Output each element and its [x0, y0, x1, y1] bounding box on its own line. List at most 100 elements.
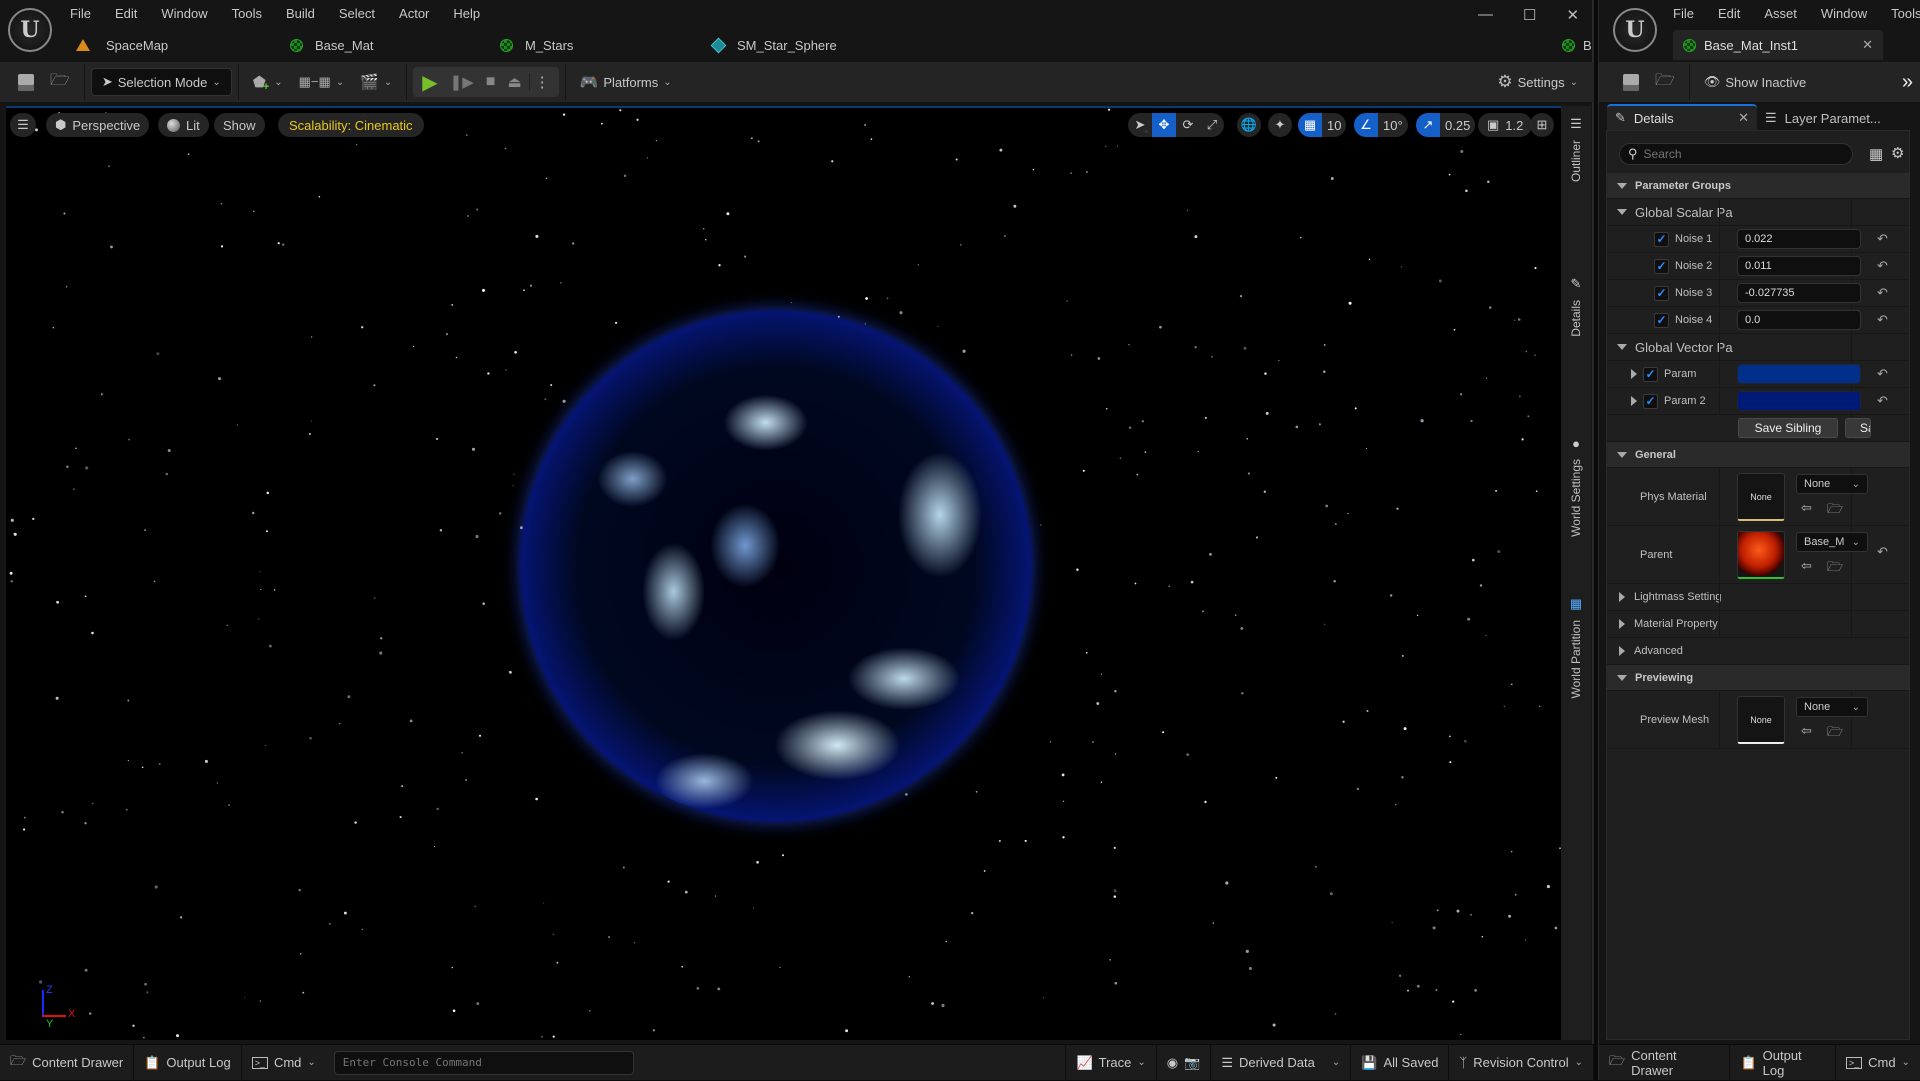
tab-sm-star-sphere[interactable]: SM_Star_Sphere — [710, 30, 837, 60]
tab-overflow[interactable]: B — [1562, 30, 1592, 60]
browse-asset-icon[interactable]: 🗁 — [1827, 558, 1843, 580]
side-tab-world-partition[interactable]: ▦ World Partition — [1561, 596, 1591, 698]
surface-snap-button[interactable]: ✦ — [1268, 113, 1292, 137]
coordinate-space-button[interactable]: 🌐 — [1237, 113, 1261, 137]
rotation-snap-toggle[interactable]: ∠ — [1354, 113, 1378, 137]
group-advanced[interactable]: Advanced — [1607, 638, 1909, 665]
tab-base-mat-inst1[interactable]: Base_Mat_Inst1 ✕ — [1673, 30, 1883, 60]
phys-material-thumbnail[interactable]: None — [1737, 473, 1785, 521]
cmd-dropdown[interactable]: >_ Cmd ⌄ — [242, 1045, 326, 1081]
group-global-scalar[interactable]: Global Scalar Pa — [1607, 199, 1909, 226]
grid-snap-value[interactable]: 10 — [1322, 113, 1347, 137]
close-button[interactable]: ✕ — [1566, 6, 1579, 24]
menu-asset[interactable]: Asset — [1752, 0, 1809, 28]
rotation-snap-value[interactable]: 10° — [1378, 113, 1408, 137]
side-tab-world-settings[interactable]: ● World Settings — [1561, 436, 1591, 537]
param-enable-checkbox[interactable]: ✓ — [1654, 312, 1669, 328]
play-options-button[interactable]: ⋮ — [528, 73, 555, 91]
reset-to-default-icon[interactable]: ↶ — [1877, 393, 1888, 409]
content-drawer-button[interactable]: 🗁 Content Drawer — [0, 1044, 135, 1081]
play-button[interactable]: ▶ — [417, 70, 442, 95]
side-tab-outliner[interactable]: ☰ Outliner — [1561, 116, 1591, 182]
close-tab-icon[interactable]: ✕ — [1738, 110, 1749, 126]
param-enable-checkbox[interactable]: ✓ — [1654, 231, 1669, 247]
console-command-input[interactable] — [333, 1050, 634, 1075]
use-selected-icon[interactable]: ⇦ — [1801, 500, 1812, 516]
scale-snap-value[interactable]: 0.25 — [1440, 113, 1476, 137]
browse-button[interactable]: 🗁 — [1647, 67, 1683, 97]
side-tab-details[interactable]: ✎ Details — [1561, 276, 1591, 337]
menu-window[interactable]: Window — [149, 0, 219, 28]
toolbar-overflow-button[interactable]: » — [1894, 67, 1920, 97]
scalability-warning[interactable]: Scalability: Cinematic — [278, 113, 424, 137]
menu-window[interactable]: Window — [1809, 0, 1879, 28]
derived-data-dropdown[interactable]: ☰ Derived Data ⌄ — [1211, 1044, 1352, 1081]
phys-material-dropdown[interactable]: None ⌄ — [1796, 474, 1868, 494]
parent-material-thumbnail[interactable] — [1737, 531, 1785, 579]
stop-button[interactable]: ■ — [481, 73, 501, 91]
use-selected-icon[interactable]: ⇦ — [1801, 723, 1812, 739]
search-input[interactable] — [1643, 147, 1834, 161]
group-parameter-groups[interactable]: Parameter Groups — [1607, 173, 1909, 199]
reset-to-default-icon[interactable]: ↶ — [1877, 285, 1888, 301]
browse-asset-icon[interactable]: 🗁 — [1827, 500, 1843, 522]
all-saved-button[interactable]: 💾 All Saved — [1351, 1044, 1450, 1081]
noise-4-input[interactable] — [1737, 310, 1861, 330]
camera-speed-button[interactable]: ▣ 1.2 — [1478, 113, 1533, 137]
table-view-icon[interactable]: ▦ — [1869, 145, 1883, 163]
expand-arrow-icon[interactable] — [1631, 396, 1637, 406]
minimize-button[interactable]: — — [1478, 6, 1493, 24]
save-child-button[interactable]: Sa — [1845, 418, 1871, 438]
tab-m-stars[interactable]: M_Stars — [500, 30, 573, 60]
save-button[interactable] — [1615, 67, 1647, 97]
tab-details[interactable]: ✎ Details ✕ — [1607, 104, 1757, 130]
platforms-dropdown[interactable]: 🎮 Platforms ⌄ — [572, 67, 680, 97]
output-log-button[interactable]: 📋 Output Log — [1730, 1044, 1836, 1081]
reset-to-default-icon[interactable]: ↶ — [1877, 544, 1888, 560]
param-color-swatch[interactable] — [1737, 391, 1861, 411]
param-enable-checkbox[interactable]: ✓ — [1643, 366, 1658, 382]
translate-tool-button[interactable]: ✥ — [1152, 113, 1176, 137]
level-viewport[interactable]: ☰ ⬢ Perspective Lit Show Scalability: Ci… — [6, 106, 1561, 1040]
screenshot-button[interactable]: 📷 — [1184, 1055, 1200, 1071]
scale-tool-button[interactable]: ⤢ — [1200, 113, 1224, 137]
settings-dropdown[interactable]: ⚙ Settings ⌄ — [1489, 67, 1586, 97]
show-inactive-button[interactable]: 👁 Show Inactive — [1696, 67, 1814, 97]
eject-button[interactable]: ⏏ — [502, 73, 526, 91]
revision-control-dropdown[interactable]: ᛉ Revision Control ⌄ — [1449, 1044, 1594, 1081]
select-tool-button[interactable]: ➤ — [1128, 113, 1152, 137]
use-selected-icon[interactable]: ⇦ — [1801, 558, 1812, 574]
viewport-menu-button[interactable]: ☰ — [10, 113, 36, 137]
grid-snap-toggle[interactable]: ▦ — [1298, 113, 1322, 137]
noise-3-input[interactable] — [1737, 283, 1861, 303]
menu-select[interactable]: Select — [327, 0, 387, 28]
browse-asset-icon[interactable]: 🗁 — [1827, 723, 1843, 745]
param-color-swatch[interactable] — [1737, 364, 1861, 384]
output-log-button[interactable]: 📋 Output Log — [134, 1044, 242, 1081]
selection-mode-dropdown[interactable]: ➤ Selection Mode ⌄ — [90, 68, 232, 96]
viewport-layout-button[interactable]: ⊞ — [1530, 113, 1554, 137]
preview-mesh-thumbnail[interactable]: None — [1737, 696, 1785, 744]
unreal-logo[interactable]: U — [8, 8, 52, 52]
menu-tools[interactable]: Tools — [1879, 0, 1920, 28]
planet-sphere[interactable] — [520, 310, 1032, 822]
menu-file[interactable]: File — [58, 0, 103, 28]
menu-build[interactable]: Build — [274, 0, 327, 28]
browse-button[interactable]: 🗁 — [42, 67, 78, 97]
group-global-vector[interactable]: Global Vector Pa — [1607, 334, 1909, 361]
tab-spacemap[interactable]: SpaceMap — [76, 30, 168, 60]
cmd-dropdown[interactable]: >_ Cmd ⌄ — [1836, 1045, 1920, 1081]
noise-1-input[interactable] — [1737, 229, 1861, 249]
save-button[interactable] — [10, 67, 42, 97]
unreal-logo[interactable]: U — [1613, 8, 1657, 52]
group-previewing[interactable]: Previewing — [1607, 665, 1909, 691]
menu-edit[interactable]: Edit — [1706, 0, 1752, 28]
trace-record-button[interactable]: ◉ — [1167, 1055, 1178, 1071]
save-sibling-button[interactable]: Save Sibling — [1738, 418, 1838, 438]
trace-dropdown[interactable]: 📈 Trace ⌄ — [1065, 1044, 1157, 1081]
param-enable-checkbox[interactable]: ✓ — [1654, 258, 1669, 274]
cinematics-button[interactable]: 🎬 ⌄ — [352, 67, 400, 97]
group-lightmass-settings[interactable]: Lightmass Setting — [1607, 584, 1909, 611]
maximize-button[interactable]: ☐ — [1523, 6, 1536, 24]
gear-icon[interactable]: ⚙ — [1891, 144, 1904, 162]
